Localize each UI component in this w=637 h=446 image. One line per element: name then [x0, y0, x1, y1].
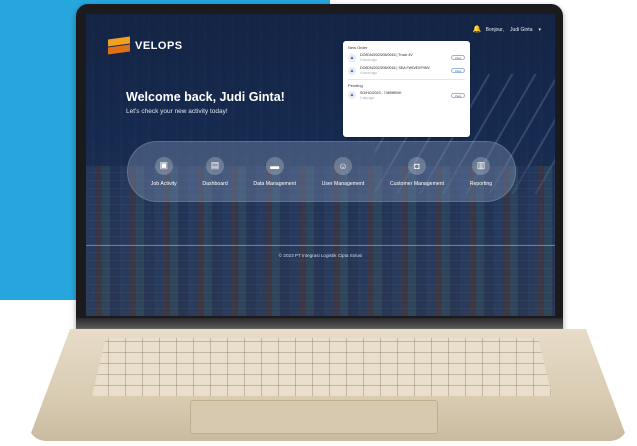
job-activity-icon: ▣	[154, 156, 173, 175]
menu-item-job-activity[interactable]: ▣ Job Activity	[150, 156, 177, 187]
chevron-down-icon[interactable]: ▾	[538, 27, 541, 33]
dashboard-icon: ▤	[206, 156, 225, 175]
velops-logo-icon	[108, 36, 130, 55]
brand-name: VELOPS	[135, 40, 183, 52]
laptop-touchpad	[190, 400, 438, 434]
menu-item-data-management[interactable]: ▬ Data Management	[253, 156, 297, 187]
notification-title: DO/IDN/2023/06/0015 | Truck 4V	[360, 53, 413, 57]
notification-dropdown: New Order ▲ DO/IDN/2023/06/0015 | Truck …	[343, 41, 470, 137]
menu-item-label: User Management	[321, 180, 365, 187]
menu-item-reporting[interactable]: ▥ Reporting	[469, 156, 493, 187]
notification-view-button[interactable]: View	[451, 55, 465, 60]
welcome-title: Welcome back, Judi Ginta!	[126, 90, 285, 104]
user-name[interactable]: Judi Ginta	[510, 27, 533, 33]
reporting-icon: ▥	[471, 156, 490, 175]
menu-item-label: Data Management	[253, 180, 297, 187]
laptop-screen: VELOPS 🔔 Bonjour, Judi Ginta ▾ Welcome b…	[86, 14, 555, 316]
notification-time: 4 hours ago	[360, 71, 377, 75]
data-management-icon: ▬	[265, 156, 284, 175]
menu-item-user-management[interactable]: ☺ User Management	[321, 156, 365, 187]
footer-divider	[86, 245, 555, 246]
menu-item-customer-management[interactable]: ◘ Customer Management	[389, 156, 445, 187]
menu-item-label: Dashboard	[202, 180, 228, 187]
product-photo: VELOPS 🔔 Bonjour, Judi Ginta ▾ Welcome b…	[0, 0, 637, 446]
menu-item-label: Job Activity	[150, 180, 177, 187]
notification-view-button[interactable]: View	[451, 68, 465, 73]
notification-item[interactable]: ▲ DO/IDN/2023/06/0016 | SEA FWD/EXP/INV …	[348, 66, 465, 75]
ship-icon: ▲	[348, 66, 356, 75]
laptop-keyboard	[92, 338, 552, 396]
notification-title: DO/IDN/2023/06/0016 | SEA FWD/EXP/INV	[360, 66, 430, 70]
menu-item-label: Customer Management	[389, 180, 445, 187]
menu-item-dashboard[interactable]: ▤ Dashboard	[202, 156, 228, 187]
order-icon: ▲	[348, 91, 356, 99]
brand-logo[interactable]: VELOPS	[108, 36, 183, 55]
user-header[interactable]: 🔔 Bonjour, Judi Ginta ▾	[473, 26, 541, 33]
user-management-icon: ☺	[333, 156, 352, 175]
welcome-subtitle: Let's check your new activity today!	[126, 108, 228, 115]
notification-time: 1 day ago	[360, 95, 375, 100]
notification-section-title: Pending	[348, 82, 363, 88]
notification-section-title: New Order	[348, 45, 368, 50]
notification-item[interactable]: ▲ SO/HO/2023 - 7489HBVK 1 day ago View	[348, 91, 465, 100]
greeting-label: Bonjour,	[485, 26, 504, 33]
notification-view-button[interactable]: View	[451, 92, 465, 98]
notification-item[interactable]: ▲ DO/IDN/2023/06/0015 | Truck 4V 2 hours…	[348, 53, 465, 62]
main-menu: ▣ Job Activity ▤ Dashboard ▬ Data Manage…	[127, 141, 516, 202]
notification-title: SO/HO/2023 - 7489HBVK	[360, 90, 402, 95]
divider	[348, 79, 465, 80]
menu-item-label: Reporting	[469, 180, 493, 187]
notification-bell-icon[interactable]: 🔔	[473, 26, 482, 33]
footer-copyright: © 2023 PT Integrasi Logistik Cipta Solus…	[278, 253, 363, 258]
notification-time: 2 hours ago	[360, 58, 377, 62]
truck-icon: ▲	[348, 53, 356, 62]
customer-management-icon: ◘	[408, 156, 426, 175]
